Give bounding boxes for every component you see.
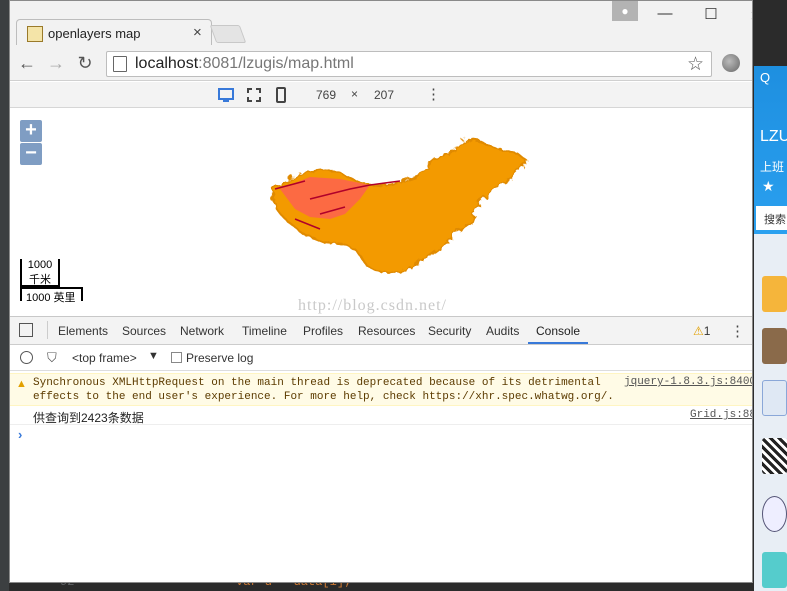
watermark: http://blog.csdn.net/ [298,297,447,314]
scale-metric-unit: 千米 [29,274,51,286]
side-panel-username: LZU [760,128,787,145]
warning-icon: ▲ [16,378,27,390]
device-mode-icon[interactable] [272,86,290,104]
console-toolbar: ⛉ <top frame> ▼ Preserve log [10,345,752,371]
tab-audits[interactable]: Audits [486,324,519,338]
zoom-in-button[interactable]: + [20,120,42,142]
close-window-button[interactable]: ✕ [741,7,752,25]
qr-code-icon[interactable] [762,438,787,474]
bookmark-star-icon[interactable]: ☆ [687,53,704,76]
map-layer[interactable] [250,119,540,284]
dimension-separator: × [351,87,359,101]
folder-icon[interactable] [762,276,787,312]
inspect-element-icon[interactable] [19,323,33,337]
tab-resources[interactable]: Resources [358,324,415,338]
emblem-icon[interactable] [762,496,787,532]
user-profile-icon[interactable]: ● [612,1,638,21]
tab-strip: openlayers map × ● — ☐ ✕ [10,1,752,47]
scale-metric-value: 1000 [27,259,53,271]
new-tab-button[interactable] [209,25,247,43]
divider [47,321,48,339]
tab-security[interactable]: Security [428,324,471,338]
device-toolbar: 769 × 207 ⋮ [10,82,752,108]
forward-button[interactable]: → [45,53,67,74]
console-prompt[interactable]: › [18,427,22,442]
devtools-tabbar: Elements Sources Network Timeline Profil… [10,317,752,345]
tab-openlayers-map[interactable]: openlayers map × [16,19,212,47]
reload-button[interactable]: ↻ [74,53,96,74]
url-text[interactable]: localhost:8081/lzugis/map.html [135,55,354,73]
active-tab-indicator [528,342,588,344]
preserve-log-checkbox[interactable] [171,352,182,363]
zoom-out-button[interactable]: − [20,143,42,165]
fit-viewport-icon[interactable] [245,86,263,104]
console-warning-message: ▲ Synchronous XMLHttpRequest on the main… [10,373,752,406]
tab-elements[interactable]: Elements [58,324,108,338]
minimize-button[interactable]: — [650,5,680,22]
tab-console[interactable]: Console [536,324,580,338]
chevron-down-icon[interactable]: ▼ [148,350,159,362]
clear-console-icon[interactable] [20,351,33,364]
favicon-icon [27,26,43,42]
responsive-mode-icon[interactable] [217,86,235,104]
log-text: 供查询到2423条数据 [33,411,144,425]
warning-icon: ⚠ [693,324,704,338]
filter-icon[interactable]: ⛉ [47,350,57,366]
telecom-logo-icon[interactable] [762,380,787,416]
page-icon [113,56,127,72]
side-chat-panel: Q LZU 上班 ★ 搜索 [754,66,787,591]
tab-network[interactable]: Network [180,324,224,338]
side-panel-signature: 上班 [760,160,785,174]
warning-count-badge[interactable]: ⚠1 [693,324,710,338]
scale-imperial-value: 1000 [26,292,51,304]
scale-metric: 1000 千米 [20,259,60,287]
warning-count: 1 [703,324,711,338]
side-panel-title: Q [760,70,771,85]
warning-source-link[interactable]: jquery-1.8.3.js:8400 [624,376,752,388]
menu-icon[interactable]: ☰ [752,51,753,71]
tab-sources[interactable]: Sources [122,324,166,338]
address-bar[interactable]: localhost:8081/lzugis/map.html ☆ [106,51,712,77]
tab-timeline[interactable]: Timeline [242,324,287,338]
tab-profiles[interactable]: Profiles [303,324,343,338]
device-more-icon[interactable]: ⋮ [426,85,441,103]
warning-text: Synchronous XMLHttpRequest on the main t… [33,377,614,403]
viewport-width[interactable]: 769 [316,88,336,102]
console-log-message: 供查询到2423条数据 Grid.js:88 [10,407,752,425]
extension-icon[interactable] [722,54,740,72]
close-tab-icon[interactable]: × [193,24,202,41]
frame-selector[interactable]: <top frame> [72,351,137,365]
star-icon[interactable]: ★ [762,178,775,195]
scale-imperial: 1000 英里 [20,287,83,304]
viewport-height[interactable]: 207 [374,88,394,102]
back-button[interactable]: ← [16,53,38,74]
scale-imperial-unit: 英里 [53,292,76,304]
devtools-panel: Elements Sources Network Timeline Profil… [10,316,752,582]
browser-toolbar: ← → ↻ localhost:8081/lzugis/map.html ☆ [10,45,752,81]
maximize-button[interactable]: ☐ [696,5,726,23]
preserve-log-label[interactable]: Preserve log [186,351,253,365]
browser-window: openlayers map × ● — ☐ ✕ ← → ↻ localhost… [9,0,753,583]
app-icon[interactable] [762,552,787,588]
side-panel-search[interactable]: 搜索 [756,206,787,230]
tab-title: openlayers map [48,26,141,41]
map-viewport[interactable]: + − 1000 千米 1000 英里 http://blog.csdn.net… [10,109,752,316]
editor-gutter-strip [0,0,9,591]
log-source-link[interactable]: Grid.js:88 [690,409,752,421]
devtools-more-icon[interactable]: ⋮ [730,322,745,340]
avatar[interactable] [762,328,787,364]
